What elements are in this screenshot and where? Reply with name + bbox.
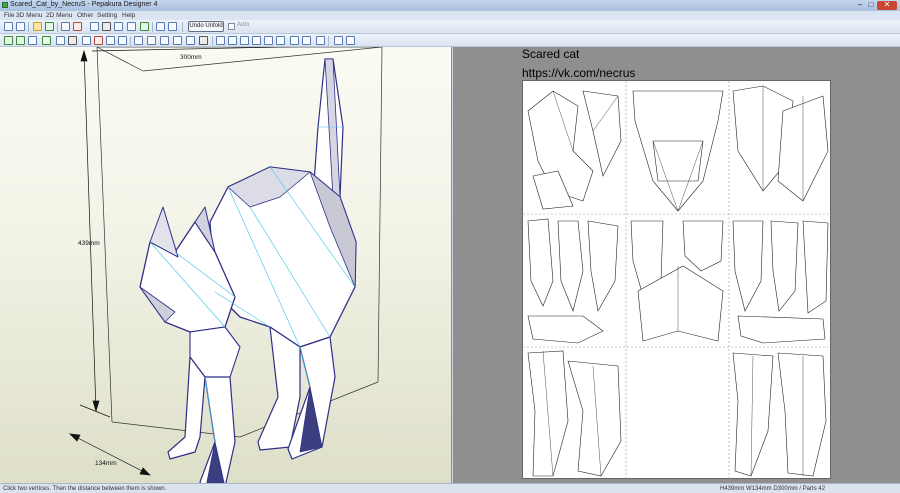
toolbar-top: [0, 20, 900, 34]
title-bar: Scared_Cat_by_NecruS - Pepakura Designer…: [0, 0, 900, 11]
join-edge-icon[interactable]: [28, 36, 37, 45]
toolbar-separator: [57, 22, 58, 32]
align-center-icon[interactable]: [228, 36, 237, 45]
open-icon[interactable]: [4, 22, 13, 31]
menu-2d[interactable]: 2D Menu: [46, 12, 72, 19]
dim-depth-label: 134mm: [95, 460, 117, 467]
save-icon[interactable]: [16, 22, 25, 31]
menu-setting[interactable]: Setting: [97, 12, 117, 19]
text-tool-icon[interactable]: [68, 36, 77, 45]
undo-icon[interactable]: [106, 36, 115, 45]
align-top-icon[interactable]: [252, 36, 261, 45]
align-right-icon[interactable]: [240, 36, 249, 45]
toolbar-separator: [28, 22, 29, 32]
auto-checkbox[interactable]: [228, 23, 235, 30]
page-icon[interactable]: [173, 36, 182, 45]
auto-label: Auto: [237, 22, 250, 28]
fit-icon[interactable]: [334, 36, 343, 45]
toolbar-separator: [212, 36, 213, 46]
toolbar-separator: [130, 36, 131, 46]
pencil-icon[interactable]: [42, 36, 51, 45]
menu-file[interactable]: File: [4, 12, 14, 19]
pattern-url: https://vk.com/necrus: [522, 66, 636, 80]
expand-icon[interactable]: [147, 36, 156, 45]
redo-icon[interactable]: [118, 36, 127, 45]
maximize-button[interactable]: □: [866, 1, 876, 10]
status-bar: Click two vertices. Then the distance be…: [0, 483, 900, 493]
2d-view[interactable]: Scared cat https://vk.com/necrus: [453, 47, 900, 483]
distribute-v-icon[interactable]: [302, 36, 311, 45]
print-preview-icon[interactable]: [186, 36, 195, 45]
flap-icon[interactable]: [94, 36, 103, 45]
menu-3d[interactable]: 3D Menu: [16, 12, 42, 19]
grid-icon[interactable]: [127, 22, 136, 31]
status-message: Click two vertices. Then the distance be…: [3, 486, 167, 492]
zoom-icon[interactable]: [346, 36, 355, 45]
layout-icon[interactable]: [160, 36, 169, 45]
align-bottom-icon[interactable]: [276, 36, 285, 45]
menu-bar: File 3D Menu 2D Menu Other Setting Help: [0, 11, 900, 20]
dim-height-label: 439mm: [78, 240, 100, 247]
rotate-tool-icon[interactable]: [45, 22, 54, 31]
menu-help[interactable]: Help: [122, 12, 135, 19]
select-tool-icon[interactable]: [33, 22, 42, 31]
cat-model: [139, 58, 357, 483]
menu-other[interactable]: Other: [77, 12, 93, 19]
line-icon[interactable]: [56, 36, 65, 45]
window-title: Scared_Cat_by_NecruS - Pepakura Designer…: [10, 1, 158, 8]
3d-model-canvas: 300mm 439mm 134mm: [69, 47, 383, 483]
minimize-button[interactable]: –: [855, 1, 865, 10]
toolbar-bottom: [0, 34, 900, 47]
app-window: Scared_Cat_by_NecruS - Pepakura Designer…: [0, 0, 900, 493]
app-icon: [2, 2, 8, 8]
image-icon[interactable]: [82, 36, 91, 45]
rotate-part-icon[interactable]: [16, 36, 25, 45]
print-icon[interactable]: [199, 36, 208, 45]
lock-icon[interactable]: [102, 22, 111, 31]
pattern-page[interactable]: [522, 80, 832, 480]
dim-width-label: 300mm: [180, 54, 202, 61]
align-left-icon[interactable]: [216, 36, 225, 45]
undo-unfold-button[interactable]: Undo Unfold: [188, 21, 224, 32]
toolbar-separator: [152, 22, 153, 32]
status-dimensions: H439mm W134mm D300mm / Parts 42: [720, 486, 826, 492]
texture-icon[interactable]: [90, 22, 99, 31]
pattern-title: Scared cat: [522, 47, 580, 61]
toolbar-separator: [182, 22, 183, 32]
settings-icon[interactable]: [140, 22, 149, 31]
move-icon[interactable]: [4, 36, 13, 45]
toolbar-separator: [328, 36, 329, 46]
pattern-canvas: [523, 81, 832, 480]
same-width-icon[interactable]: [316, 36, 325, 45]
unfold-icon[interactable]: [61, 22, 70, 31]
pattern-icon[interactable]: [134, 36, 143, 45]
split-view-icon[interactable]: [156, 22, 165, 31]
single-view-icon[interactable]: [168, 22, 177, 31]
3d-view[interactable]: 300mm 439mm 134mm: [0, 47, 452, 483]
distribute-h-icon[interactable]: [290, 36, 299, 45]
close-button[interactable]: ✕: [877, 1, 897, 10]
edit-icon[interactable]: [73, 22, 82, 31]
align-middle-icon[interactable]: [264, 36, 273, 45]
axis-icon[interactable]: [114, 22, 123, 31]
